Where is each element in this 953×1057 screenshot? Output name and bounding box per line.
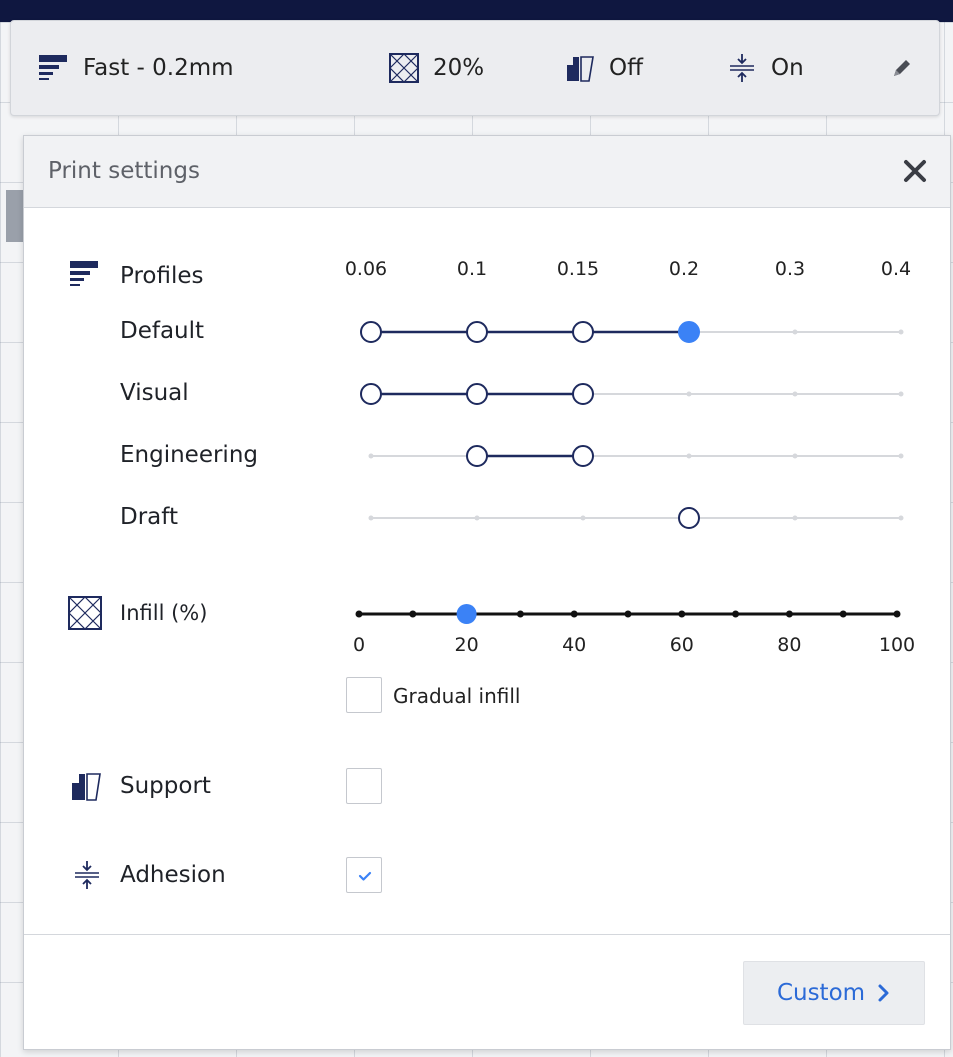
summary-infill[interactable]: 20%: [389, 53, 484, 83]
infill-tick-label: 100: [878, 634, 916, 656]
support-label: Support: [120, 773, 211, 799]
edit-settings-button[interactable]: [891, 57, 913, 79]
summary-adhesion[interactable]: On: [727, 53, 804, 83]
checkmark-icon: [358, 871, 372, 881]
window-top-edge: [0, 0, 953, 22]
gradual-infill-checkbox[interactable]: [346, 677, 382, 713]
adhesion-icon: [730, 54, 754, 82]
infill-tick-label: 0: [352, 634, 366, 656]
infill-tick: [624, 610, 632, 618]
infill-tick: [678, 610, 686, 618]
infill-tick-label: 60: [669, 634, 694, 656]
gradual-infill-label: Gradual infill: [393, 684, 521, 708]
profile-lines-icon: [39, 55, 67, 80]
infill-tick-label: 20: [454, 634, 479, 656]
support-icon: [72, 773, 101, 801]
infill-slider[interactable]: [24, 136, 952, 676]
infill-tick-label: 40: [562, 634, 587, 656]
infill-tick: [409, 610, 417, 618]
panel-footer: Custom: [24, 934, 950, 1049]
summary-support-label: Off: [609, 55, 643, 81]
infill-tick: [785, 610, 793, 618]
custom-button-label: Custom: [776, 980, 866, 1006]
summary-support[interactable]: Off: [565, 53, 643, 83]
adhesion-checkbox[interactable]: [346, 857, 382, 893]
infill-tick: [839, 610, 847, 618]
summary-infill-label: 20%: [433, 55, 485, 81]
summary-profile-label: Fast - 0.2mm: [83, 55, 234, 81]
background-scrollbar[interactable]: [6, 190, 24, 242]
support-icon: [567, 56, 594, 82]
infill-tick: [355, 610, 363, 618]
pencil-icon: [894, 60, 910, 76]
support-checkbox[interactable]: [346, 768, 382, 804]
infill-handle[interactable]: [456, 604, 477, 624]
summary-profile[interactable]: Fast - 0.2mm: [39, 53, 234, 83]
infill-tick: [516, 610, 524, 618]
adhesion-label: Adhesion: [120, 862, 226, 888]
summary-adhesion-label: On: [771, 55, 804, 81]
infill-tick: [570, 610, 578, 618]
infill-tick: [732, 610, 740, 618]
print-settings-summary-bar[interactable]: Fast - 0.2mm 20% Off On: [10, 20, 940, 116]
infill-tick: [893, 610, 901, 618]
infill-icon: [389, 53, 419, 83]
chevron-right-icon: [878, 984, 889, 1002]
print-settings-panel: Print settings Profiles 0.06 0.1 0.15 0.2 0.…: [23, 135, 951, 1050]
adhesion-icon: [75, 861, 99, 889]
infill-tick-label: 80: [777, 634, 802, 656]
custom-button[interactable]: Custom: [743, 961, 925, 1025]
